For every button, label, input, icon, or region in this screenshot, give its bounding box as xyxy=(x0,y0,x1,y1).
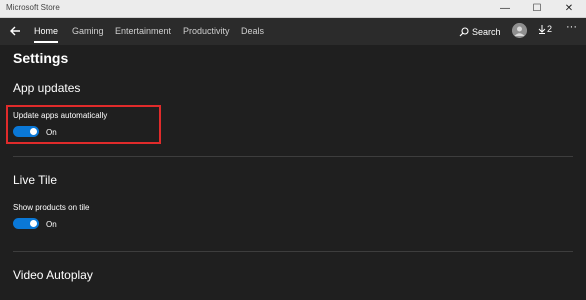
downloads-button[interactable]: 2 xyxy=(538,24,552,34)
maximize-button[interactable]: ☐ xyxy=(524,0,550,17)
tab-gaming[interactable]: Gaming xyxy=(72,26,104,36)
section-heading-video-autoplay: Video Autoplay xyxy=(13,268,93,282)
close-icon: ✕ xyxy=(564,3,574,14)
back-arrow-icon xyxy=(10,26,20,36)
tab-deals[interactable]: Deals xyxy=(241,26,264,36)
highlight-box xyxy=(6,105,161,144)
maximize-icon: ☐ xyxy=(532,3,542,14)
title-bar: Microsoft Store — ☐ ✕ xyxy=(0,0,586,18)
section-divider xyxy=(13,251,573,252)
store-nav-bar: Home Gaming Entertainment Productivity D… xyxy=(0,18,586,45)
back-button[interactable] xyxy=(8,23,24,39)
page-title: Settings xyxy=(13,50,69,66)
tab-home[interactable]: Home xyxy=(34,26,58,36)
minimize-button[interactable]: — xyxy=(492,0,518,17)
show-products-toggle-state: On xyxy=(46,220,57,229)
window-title: Microsoft Store xyxy=(6,3,60,12)
close-button[interactable]: ✕ xyxy=(556,0,582,17)
show-products-label: Show products on tile xyxy=(13,203,90,212)
search-icon xyxy=(459,27,469,37)
minimize-icon: — xyxy=(500,3,510,14)
user-avatar-icon xyxy=(512,23,527,38)
downloads-count: 2 xyxy=(547,24,553,34)
active-tab-indicator xyxy=(34,41,58,43)
tab-entertainment[interactable]: Entertainment xyxy=(115,26,171,36)
section-heading-app-updates: App updates xyxy=(13,81,81,95)
settings-page: Settings App updates Update apps automat… xyxy=(0,45,586,300)
section-divider xyxy=(13,156,573,157)
search-button[interactable]: Search xyxy=(459,25,501,39)
account-avatar[interactable] xyxy=(512,23,527,38)
download-icon xyxy=(538,25,546,34)
section-heading-live-tile: Live Tile xyxy=(13,173,58,187)
show-products-toggle[interactable] xyxy=(13,218,39,229)
tab-productivity[interactable]: Productivity xyxy=(183,26,230,36)
more-options-button[interactable]: ··· xyxy=(566,21,577,33)
search-label: Search xyxy=(472,27,501,37)
toggle-knob xyxy=(30,220,37,227)
